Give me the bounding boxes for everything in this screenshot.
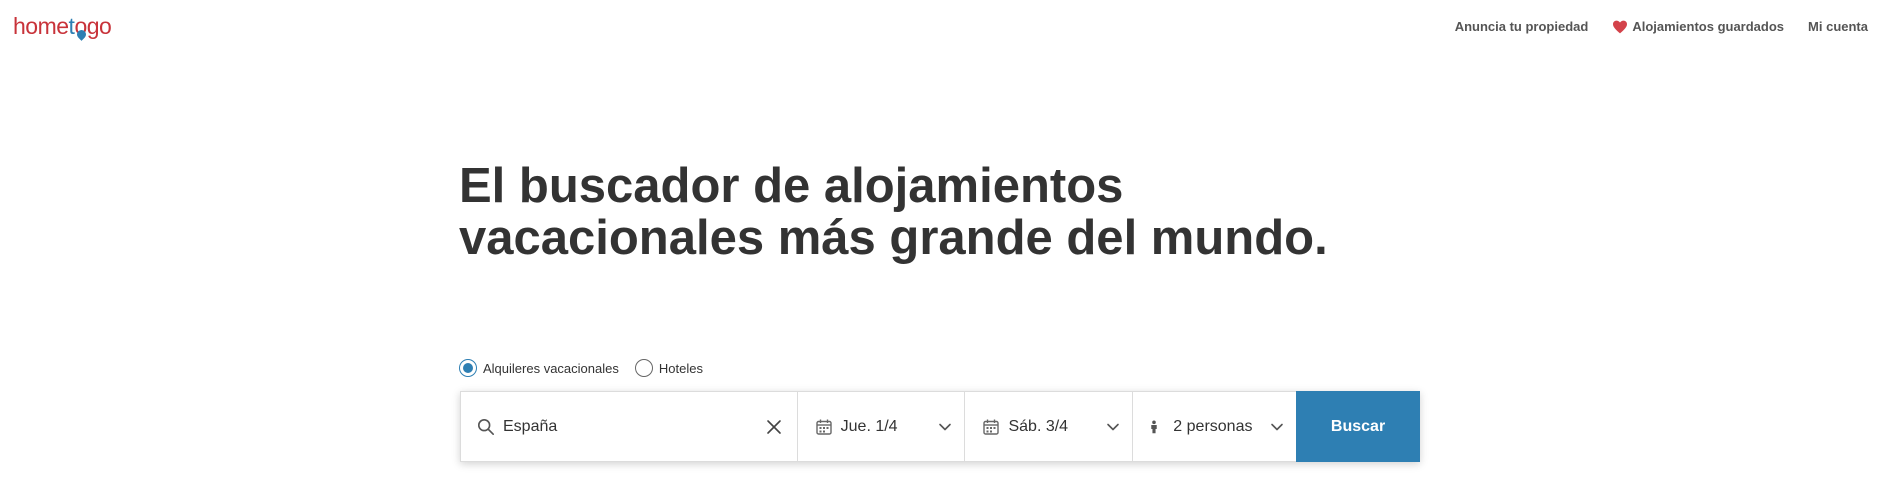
header-nav: Anuncia tu propiedad Alojamientos guarda…: [1455, 19, 1868, 34]
chevron-down-icon: [1107, 423, 1120, 431]
guests-field[interactable]: 2 personas: [1133, 392, 1296, 461]
hometogo-logo[interactable]: hometo go: [13, 12, 112, 41]
top-header: hometo go Anuncia tu propiedad Alojamient…: [0, 0, 1879, 56]
checkin-date-value: Jue. 1/4: [840, 417, 898, 435]
radio-hotels-label: Hoteles: [658, 360, 703, 376]
radio-hotels[interactable]: Hoteles: [634, 359, 703, 377]
my-account-link[interactable]: Mi cuenta: [1808, 19, 1868, 34]
checkout-date-value: Sáb. 3/4: [1008, 417, 1069, 435]
chevron-down-icon: [939, 423, 952, 431]
radio-vacation-rentals-button[interactable]: [459, 359, 477, 377]
radio-hotels-button[interactable]: [634, 359, 653, 377]
heart-icon: [1613, 20, 1628, 33]
close-icon[interactable]: [765, 418, 783, 436]
hero-title: El buscador de alojamientos vacacionales…: [459, 160, 1359, 264]
radio-vacation-rentals-label: Alquileres vacacionales: [483, 360, 619, 376]
radio-vacation-rentals[interactable]: Alquileres vacacionales: [459, 359, 619, 377]
chevron-down-icon: [1271, 423, 1283, 431]
calendar-icon: [983, 419, 1000, 435]
search-bar: España Jue. 1/4 Sáb. 3/4 2 personas Busc…: [460, 391, 1420, 462]
list-property-link[interactable]: Anuncia tu propiedad: [1455, 19, 1589, 34]
guests-value: 2 personas: [1173, 417, 1253, 435]
search-icon: [477, 418, 495, 435]
logo-text-go: go: [86, 13, 112, 39]
destination-field[interactable]: España: [461, 392, 798, 461]
checkin-date-field[interactable]: Jue. 1/4: [798, 392, 966, 461]
logo-pin-icon: [75, 28, 89, 41]
saved-accommodations-label: Alojamientos guardados: [1632, 19, 1785, 34]
search-button[interactable]: Buscar: [1296, 391, 1420, 462]
checkout-date-field[interactable]: Sáb. 3/4: [965, 392, 1134, 461]
logo-pin: to: [68, 13, 89, 41]
accommodation-type-selector: Alquileres vacacionales Hoteles: [459, 359, 703, 377]
hero-title-line2: vacacionales más grande del mundo.: [459, 211, 1328, 265]
person-icon: [1151, 420, 1158, 433]
hero-title-line1: El buscador de alojamientos: [459, 159, 1124, 213]
destination-value: España: [503, 417, 558, 435]
saved-accommodations-link[interactable]: Alojamientos guardados: [1612, 19, 1784, 34]
calendar-icon: [815, 419, 832, 435]
logo-text-home: home: [13, 13, 69, 39]
